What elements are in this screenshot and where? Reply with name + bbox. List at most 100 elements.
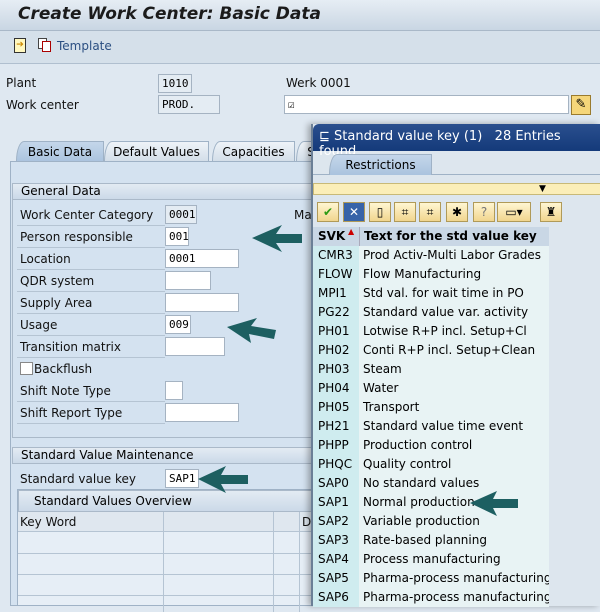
list-item[interactable]: PH21 Standard value time event [313,417,549,436]
tab-default-values[interactable]: Default Values [104,141,209,162]
location-field[interactable]: 0001 [165,249,239,268]
plant-description: Werk 0001 [286,76,351,90]
text-cell: Rate-based planning [359,531,549,550]
standard-value-maintenance-header: Standard Value Maintenance [12,447,312,464]
settings-icon[interactable]: ♜ [540,202,562,222]
list-item[interactable]: SAP4 Process manufacturing [313,550,549,569]
work-center-description-field[interactable]: ☑ [284,95,569,114]
work-center-field[interactable]: PROD. [158,95,220,114]
svk-cell: MPI1 [313,284,359,303]
page-title: Create Work Center: Basic Data [18,4,321,24]
help-icon[interactable]: ? [473,202,495,222]
list-item[interactable]: SAP3 Rate-based planning [313,531,549,550]
svk-cell: SAP6 [313,588,359,607]
text-cell: Conti R+P incl. Setup+Clean [359,341,549,360]
list-item[interactable]: SAP1 Normal production [313,493,549,512]
transition-matrix-field[interactable] [165,337,225,356]
text-cell: Prod Activ-Multi Labor Grades [359,246,549,265]
column-divider [163,512,164,612]
table-row[interactable] [18,574,313,575]
shift-note-type-field[interactable] [165,381,183,400]
find-next-icon[interactable]: ⌗ [419,202,441,222]
text-cell: Variable production [359,512,549,531]
svk-cell: PH03 [313,360,359,379]
svk-cell: CMR3 [313,246,359,265]
list-item[interactable]: SAP6 Pharma-process manufacturing 2 [313,588,549,607]
personal-list-icon[interactable]: ✱ [446,202,468,222]
svk-cell: SAP5 [313,569,359,588]
other-object-icon[interactable]: ➔ [14,38,26,53]
table-row[interactable] [18,595,313,596]
text-cell: Std val. for wait time in PO [359,284,549,303]
text-cell: Standard value time event [359,417,549,436]
find-icon[interactable]: ⌗ [394,202,416,222]
value-help-popup: ⊑ Standard value key (1) 28 Entries foun… [311,124,600,607]
svk-cell: SAP3 [313,531,359,550]
person-responsible-label: Person responsible [20,230,133,244]
qdr-system-field[interactable] [165,271,211,290]
person-responsible-field[interactable]: 001 [165,227,189,246]
list-item[interactable]: PHPP Production control [313,436,549,455]
text-cell: Transport [359,398,549,417]
work-center-category-field[interactable]: 0001 [165,205,197,224]
plant-field[interactable]: 1010 [158,74,192,93]
template-button[interactable]: Template [57,39,112,53]
backflush-label: Backflush [34,362,93,376]
text-cell: No standard values [359,474,549,493]
svk-cell: PHPP [313,436,359,455]
text-cell: Steam [359,360,549,379]
svk-cell: PH04 [313,379,359,398]
transition-matrix-label: Transition matrix [20,340,121,354]
text-cell: Standard value var. activity [359,303,549,322]
list-item[interactable]: PH03 Steam [313,360,549,379]
tab-basic-data[interactable]: Basic Data [16,141,104,162]
list-item[interactable]: SAP2 Variable production [313,512,549,531]
new-entry-icon[interactable]: ▯ [369,202,391,222]
overview-title: Standard Values Overview [18,490,313,512]
list-item[interactable]: SAP0 No standard values [313,474,549,493]
column-key-word[interactable]: Key Word [20,515,76,529]
plant-label: Plant [6,76,37,90]
expand-restrictions-bar[interactable]: ▼ [313,183,600,195]
list-item[interactable]: PH02 Conti R+P incl. Setup+Clean [313,341,549,360]
tab-capacities[interactable]: Capacities [212,141,295,162]
list-item[interactable]: FLOW Flow Manufacturing [313,265,549,284]
title-bar: Create Work Center: Basic Data [0,0,600,31]
list-item[interactable]: PH05 Transport [313,398,549,417]
checkbox-icon: ☑ [288,98,295,111]
sort-ascending-icon: ▲ [348,227,355,236]
standard-value-key-label: Standard value key [20,472,137,486]
list-item[interactable]: PHQC Quality control [313,455,549,474]
column-divider [273,512,274,612]
text-cell: Quality control [359,455,549,474]
backflush-checkbox[interactable] [20,362,33,375]
tab-restrictions[interactable]: Restrictions [329,154,432,175]
column-d[interactable]: D [302,515,311,529]
shift-report-type-label: Shift Report Type [20,406,123,420]
list-item[interactable]: PH04 Water [313,379,549,398]
supply-area-field[interactable] [165,293,239,312]
list-item[interactable]: MPI1 Std val. for wait time in PO [313,284,549,303]
list-item[interactable]: PG22 Standard value var. activity [313,303,549,322]
svk-cell: PG22 [313,303,359,322]
list-item[interactable]: CMR3 Prod Activ-Multi Labor Grades [313,246,549,265]
usage-field[interactable]: 009 [165,315,191,334]
cancel-button[interactable]: ✕ [343,202,365,222]
table-row[interactable] [18,553,313,554]
standard-values-overview-table: Standard Values Overview Key Word D [17,489,313,612]
list-item[interactable]: PH01 Lotwise R+P incl. Setup+Cl [313,322,549,341]
standard-value-key-field[interactable]: SAP1 [165,469,199,488]
shift-report-type-field[interactable] [165,403,239,422]
qdr-system-label: QDR system [20,274,95,288]
column-divider [299,512,300,612]
confirm-button[interactable]: ✔ [317,202,339,222]
column-svk[interactable]: SVK [318,227,345,246]
print-icon[interactable]: ▭▾ [497,202,531,222]
edit-long-text-icon[interactable]: ✎ [571,95,591,115]
text-cell: Flow Manufacturing [359,265,549,284]
template-icon[interactable] [38,38,52,52]
svk-cell: PH21 [313,417,359,436]
column-text[interactable]: Text for the std value key [359,227,549,246]
text-cell: Water [359,379,549,398]
list-item[interactable]: SAP5 Pharma-process manufacturing 1 [313,569,549,588]
